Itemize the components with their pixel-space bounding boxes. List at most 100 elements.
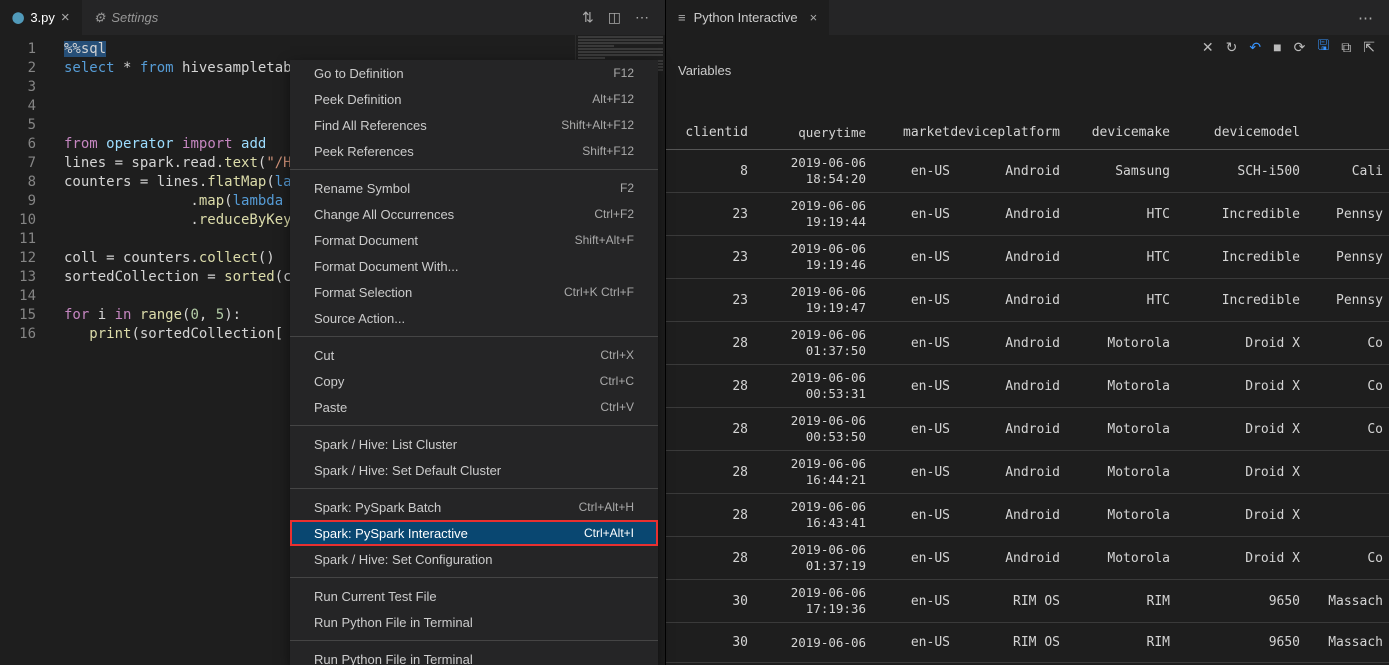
table-row[interactable]: 302019-06-0617:19:36en-USRIM OSRIM9650Ma… (666, 580, 1389, 623)
menu-item[interactable]: Peek DefinitionAlt+F12 (290, 86, 658, 112)
cell: Co (1300, 422, 1383, 437)
cell: Android (950, 164, 1060, 179)
table-row[interactable]: 232019-06-0619:19:47en-USAndroidHTCIncre… (666, 279, 1389, 322)
cell: en-US (880, 336, 950, 351)
menu-item[interactable]: Spark: PySpark Interactive Ctrl+Alt+I (290, 520, 658, 546)
compare-icon[interactable]: ⇅ (582, 9, 594, 26)
menu-item[interactable]: Run Python File in Terminal (290, 646, 658, 665)
table-row[interactable]: 282019-06-0616:43:41en-USAndroidMotorola… (666, 494, 1389, 537)
cell: Droid X (1170, 379, 1300, 394)
cell: 2019-06-0601:37:19 (762, 542, 880, 574)
menu-item-label: Spark: PySpark Interactive (314, 526, 468, 541)
save-icon[interactable]: 🖫 (1317, 35, 1329, 59)
undo-icon[interactable]: ↶ (1249, 39, 1261, 56)
tab-file-label: 3.py (30, 10, 55, 25)
menu-item-shortcut: Shift+F12 (582, 144, 634, 158)
col-header: querytime (762, 125, 880, 141)
cell: Samsung (1060, 164, 1170, 179)
menu-item-label: Find All References (314, 118, 427, 133)
cell: Incredible (1170, 207, 1300, 222)
more-icon[interactable]: ⋯ (635, 9, 651, 26)
menu-item[interactable]: Rename SymbolF2 (290, 175, 658, 201)
close-icon[interactable]: × (61, 9, 70, 26)
menu-item-shortcut: Shift+Alt+F (575, 233, 634, 247)
cell: Android (950, 207, 1060, 222)
copy-icon[interactable]: ⧉ (1341, 39, 1351, 56)
menu-item-label: Run Python File in Terminal (314, 652, 473, 665)
cell: RIM (1060, 594, 1170, 609)
menu-item[interactable]: Peek ReferencesShift+F12 (290, 138, 658, 164)
menu-item[interactable]: Find All ReferencesShift+Alt+F12 (290, 112, 658, 138)
cell: en-US (880, 635, 950, 650)
cell: Android (950, 379, 1060, 394)
cell: 2019-06-0619:19:44 (762, 198, 880, 230)
table-row[interactable]: 282019-06-0600:53:50en-USAndroidMotorola… (666, 408, 1389, 451)
table-row[interactable]: 232019-06-0619:19:44en-USAndroidHTCIncre… (666, 193, 1389, 236)
menu-item[interactable]: Spark / Hive: Set Configuration (290, 546, 658, 572)
menu-item-label: Rename Symbol (314, 181, 410, 196)
menu-item[interactable]: CopyCtrl+C (290, 368, 658, 394)
menu-item[interactable]: Format DocumentShift+Alt+F (290, 227, 658, 253)
menu-item[interactable]: Source Action... (290, 305, 658, 331)
col-header: devicemake (1060, 125, 1170, 141)
col-header: deviceplatform (950, 125, 1060, 141)
cell: Android (950, 465, 1060, 480)
variables-header[interactable]: Variables (666, 59, 1389, 85)
code-body[interactable]: %%sqlselect * from hivesampletabl from o… (54, 35, 317, 665)
menu-item[interactable]: Spark / Hive: List Cluster (290, 431, 658, 457)
close-icon[interactable]: ✕ (1202, 39, 1214, 56)
menu-item[interactable]: Format SelectionCtrl+K Ctrl+F (290, 279, 658, 305)
restart-icon[interactable]: ⟳ (1294, 39, 1306, 56)
cell: Incredible (1170, 293, 1300, 308)
cell: en-US (880, 508, 950, 523)
table-row[interactable]: 302019-06-06en-USRIM OSRIM9650Massach (666, 623, 1389, 663)
table-row[interactable]: 282019-06-0601:37:50en-USAndroidMotorola… (666, 322, 1389, 365)
tab-python-interactive[interactable]: ≡ Python Interactive × (666, 0, 829, 35)
menu-item[interactable]: Spark: PySpark BatchCtrl+Alt+H (290, 494, 658, 520)
cell: Android (950, 422, 1060, 437)
table-row[interactable]: 282019-06-0600:53:31en-USAndroidMotorola… (666, 365, 1389, 408)
cell: 23 (672, 293, 762, 308)
tab-settings[interactable]: ⚙ Settings (82, 0, 171, 35)
table-row[interactable]: 282019-06-0616:44:21en-USAndroidMotorola… (666, 451, 1389, 494)
menu-item-shortcut: Ctrl+K Ctrl+F (564, 285, 634, 299)
menu-item[interactable]: Spark / Hive: Set Default Cluster (290, 457, 658, 483)
menu-item[interactable]: CutCtrl+X (290, 342, 658, 368)
context-menu: Go to DefinitionF12Peek DefinitionAlt+F1… (290, 60, 658, 665)
menu-item[interactable]: Go to DefinitionF12 (290, 60, 658, 86)
cell: 30 (672, 635, 762, 650)
menu-item-label: Go to Definition (314, 66, 404, 81)
python-icon: ⬤ (12, 11, 24, 24)
split-icon[interactable]: ◫ (608, 9, 621, 26)
cell: en-US (880, 551, 950, 566)
menu-item[interactable]: Change All OccurrencesCtrl+F2 (290, 201, 658, 227)
menu-item[interactable]: PasteCtrl+V (290, 394, 658, 420)
table-row[interactable]: 82019-06-0618:54:20en-USAndroidSamsungSC… (666, 150, 1389, 193)
cell: Co (1300, 551, 1383, 566)
cell: 30 (672, 594, 762, 609)
cell: en-US (880, 422, 950, 437)
cell: Co (1300, 336, 1383, 351)
menu-item-shortcut: Ctrl+Alt+H (579, 500, 634, 514)
cell: en-US (880, 293, 950, 308)
export-icon[interactable]: ⇱ (1363, 39, 1375, 56)
cell: Droid X (1170, 422, 1300, 437)
more-icon[interactable]: ⋯ (1358, 9, 1375, 27)
tab-file[interactable]: ⬤ 3.py × (0, 0, 82, 35)
cell: 2019-06-0616:44:21 (762, 456, 880, 488)
stop-icon[interactable]: ■ (1273, 39, 1281, 55)
cell: 28 (672, 465, 762, 480)
close-icon[interactable]: × (810, 10, 818, 25)
table-row[interactable]: 232019-06-0619:19:46en-USAndroidHTCIncre… (666, 236, 1389, 279)
menu-item-shortcut: Ctrl+Alt+I (584, 526, 634, 540)
cell: HTC (1060, 207, 1170, 222)
line-gutter: 12345678910111213141516 (0, 35, 54, 665)
menu-item[interactable]: Format Document With... (290, 253, 658, 279)
menu-item-label: Paste (314, 400, 347, 415)
menu-item[interactable]: Run Current Test File (290, 583, 658, 609)
menu-item[interactable]: Run Python File in Terminal (290, 609, 658, 635)
refresh-icon[interactable]: ↻ (1226, 39, 1238, 56)
interactive-toolbar: ✕ ↻ ↶ ■ ⟳ 🖫 ⧉ ⇱ (666, 35, 1389, 59)
table-row[interactable]: 282019-06-0601:37:19en-USAndroidMotorola… (666, 537, 1389, 580)
cell: Pennsy (1300, 250, 1383, 265)
